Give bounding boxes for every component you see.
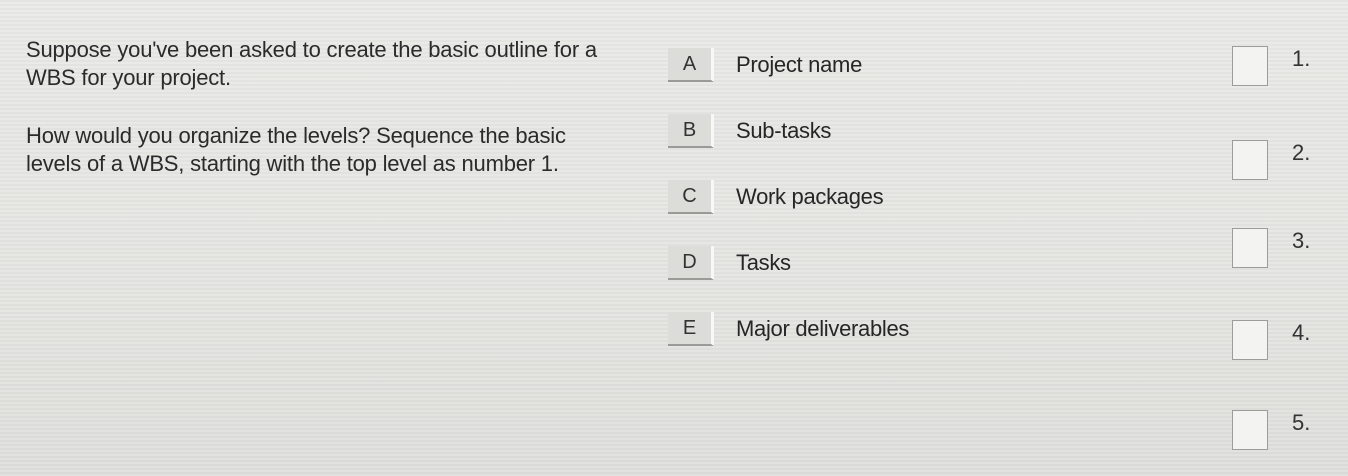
- slot-number: 1.: [1292, 46, 1311, 71]
- item-label: Major deliverables: [736, 316, 910, 341]
- item-key-badge: A: [668, 48, 714, 82]
- drop-target-box[interactable]: [1232, 320, 1268, 360]
- sequence-item-d[interactable]: D Tasks: [668, 244, 1008, 282]
- slot-1: 1.: [1210, 46, 1330, 96]
- question-prompt: Suppose you've been asked to create the …: [26, 36, 626, 178]
- item-key-badge: E: [668, 312, 714, 346]
- slot-number: 3.: [1292, 228, 1311, 253]
- item-label: Sub-tasks: [736, 118, 832, 143]
- sequence-item-e[interactable]: E Major deliverables: [668, 310, 1008, 348]
- question-instruction: How would you organize the levels? Seque…: [26, 123, 566, 176]
- item-label: Project name: [736, 52, 863, 77]
- sequence-item-a[interactable]: A Project name: [668, 46, 1008, 84]
- drop-target-box[interactable]: [1232, 410, 1268, 450]
- question-panel: Suppose you've been asked to create the …: [0, 0, 1348, 476]
- sequence-item-b[interactable]: B Sub-tasks: [668, 112, 1008, 150]
- drop-target-box[interactable]: [1232, 140, 1268, 180]
- item-label: Work packages: [736, 184, 884, 209]
- item-label: Tasks: [736, 250, 791, 275]
- item-key-badge: B: [668, 114, 714, 148]
- slot-number: 5.: [1292, 410, 1311, 435]
- slot-3: 3.: [1210, 228, 1330, 278]
- drop-target-box[interactable]: [1232, 228, 1268, 268]
- drop-target-box[interactable]: [1232, 46, 1268, 86]
- sequence-slots: 1. 2. 3. 4. 5.: [1210, 0, 1340, 476]
- slot-5: 5.: [1210, 410, 1330, 460]
- slot-number: 4.: [1292, 320, 1311, 345]
- item-key-badge: D: [668, 246, 714, 280]
- slot-4: 4.: [1210, 320, 1330, 370]
- sequence-items: A Project name B Sub-tasks C Work packag…: [668, 0, 1028, 476]
- slot-number: 2.: [1292, 140, 1311, 165]
- question-intro: Suppose you've been asked to create the …: [26, 37, 597, 90]
- sequence-item-c[interactable]: C Work packages: [668, 178, 1008, 216]
- item-key-badge: C: [668, 180, 714, 214]
- slot-2: 2.: [1210, 140, 1330, 190]
